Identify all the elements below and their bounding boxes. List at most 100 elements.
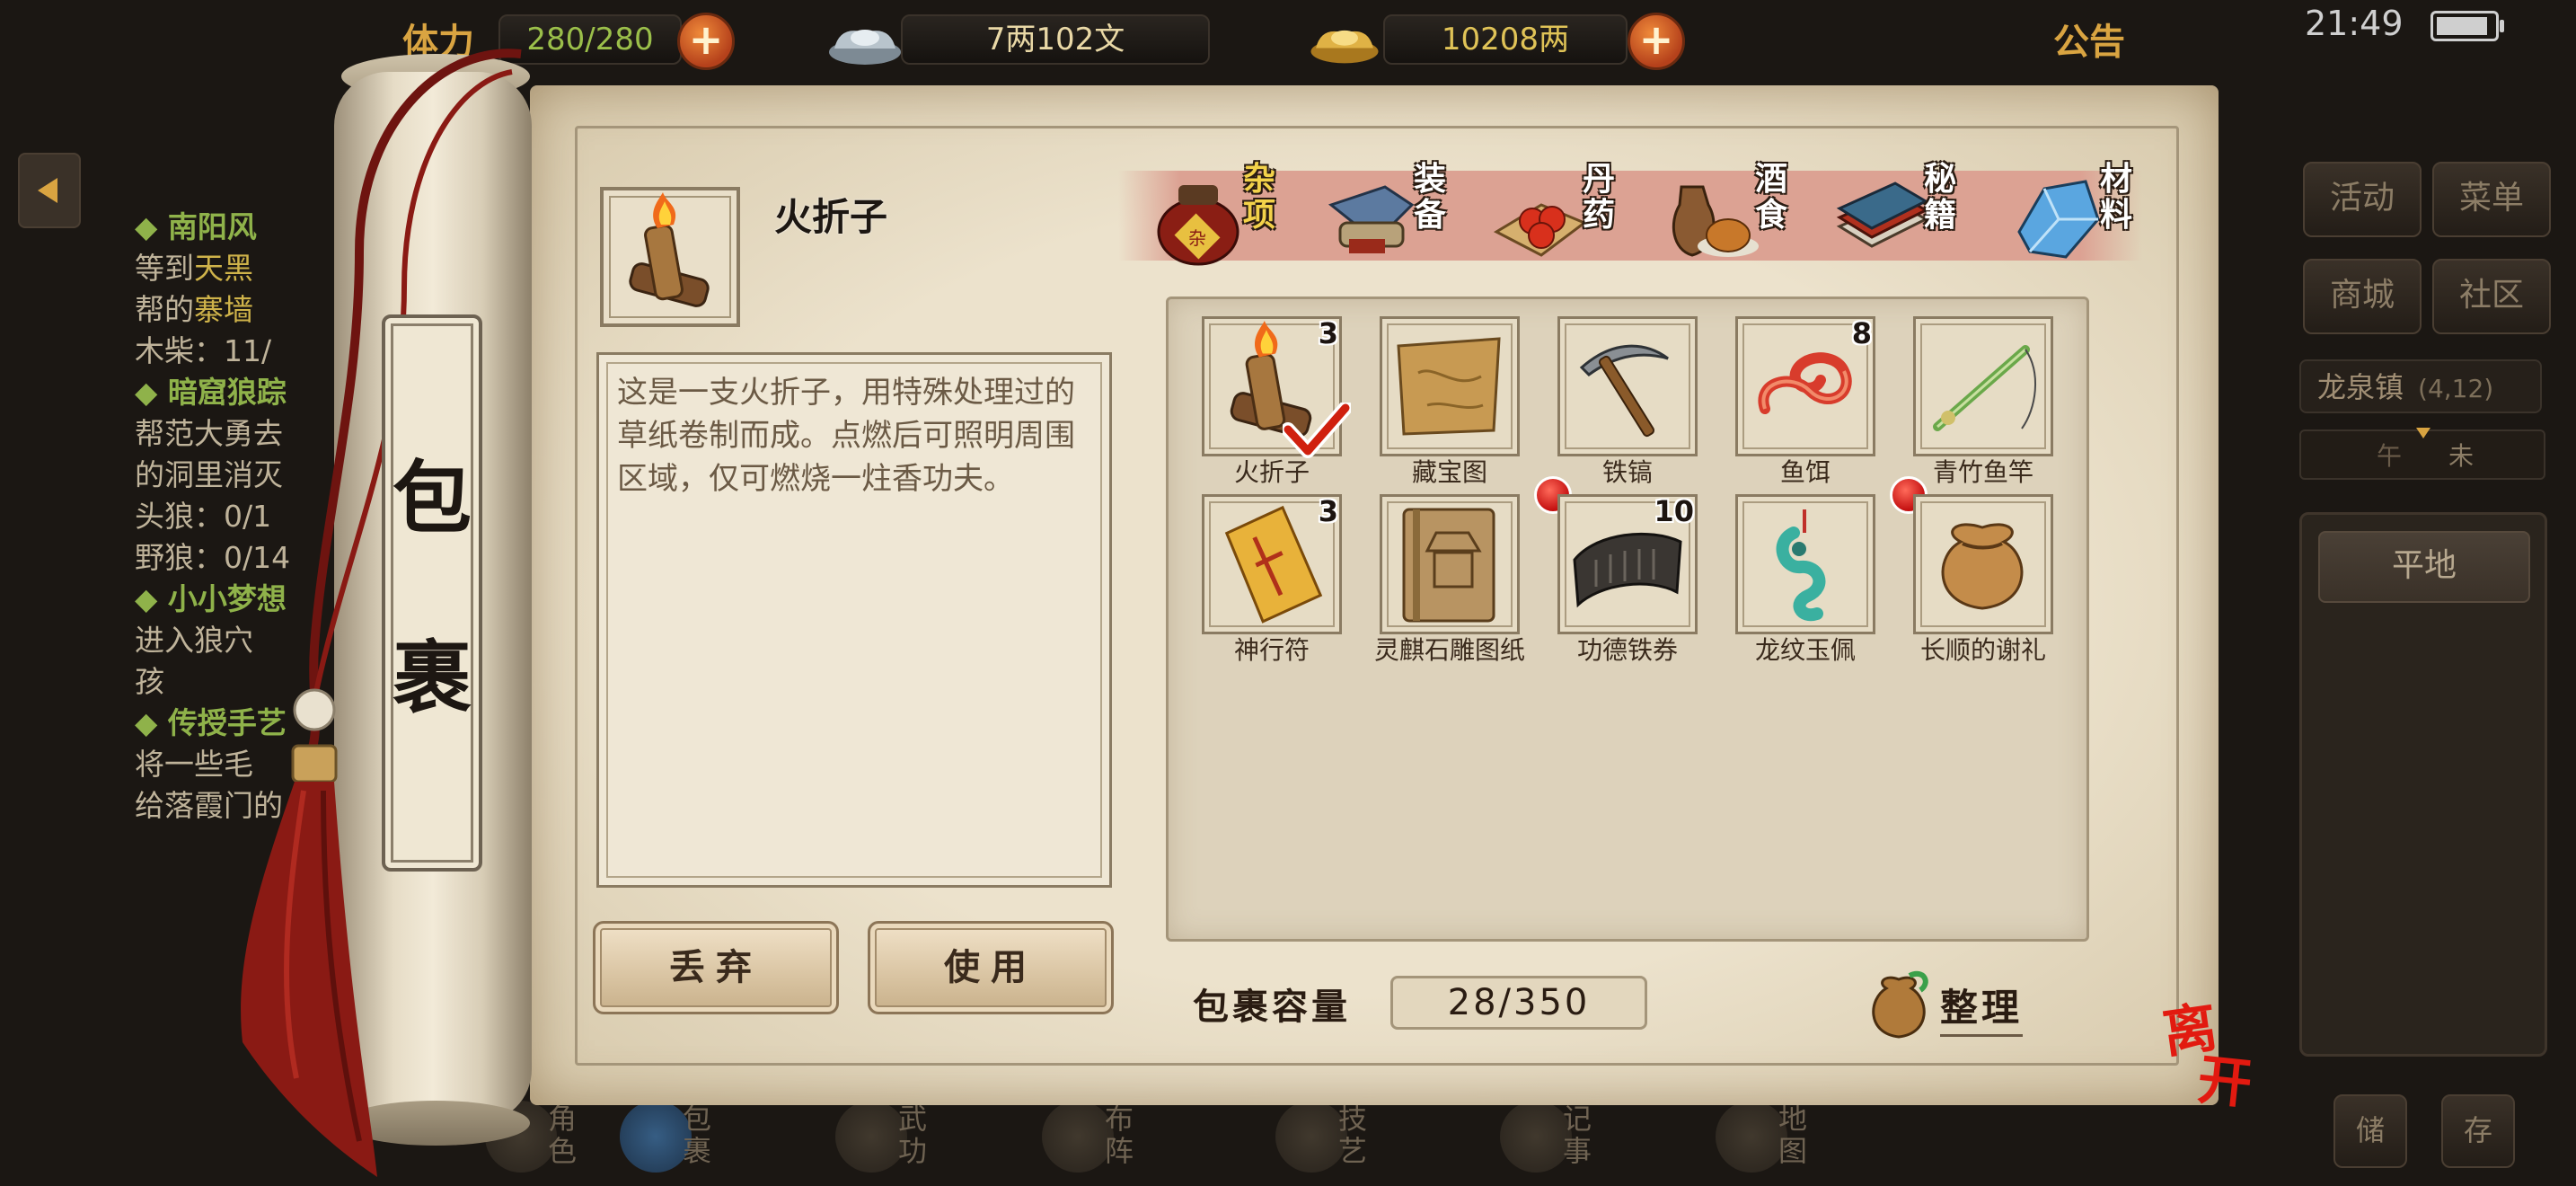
bottom-navigation: 角色 包裹 武功 布阵 技艺 记事 地图 xyxy=(485,1092,2048,1186)
diamond-icon: ◆ xyxy=(135,209,168,244)
bag-title-char: 包 xyxy=(392,451,472,544)
gold-value: 10208两 xyxy=(1383,14,1628,65)
selected-item-name: 火折子 xyxy=(774,195,888,239)
item-description-box: 这是一支火折子，用特殊处理过的草纸卷制而成。点燃后可照明周围区域，仅可燃烧一炷香… xyxy=(596,352,1112,888)
torch-icon xyxy=(629,192,710,307)
item-description: 这是一支火折子，用特殊处理过的草纸卷制而成。点燃后可照明周围区域，仅可燃烧一炷香… xyxy=(617,375,1075,497)
collapse-arrow-button[interactable] xyxy=(18,153,81,228)
book-icon xyxy=(1836,181,1929,248)
bag-title-char: 裹 xyxy=(392,631,472,724)
equipment-icon xyxy=(1328,185,1415,253)
map-icon xyxy=(1716,1101,1787,1173)
inventory-slot[interactable]: 龙纹玉佩 xyxy=(1735,494,1875,670)
town-coordinates: (4,12) xyxy=(2418,374,2494,403)
add-stamina-button[interactable]: + xyxy=(677,13,735,70)
sort-button[interactable]: 整理 xyxy=(1861,967,2041,1039)
bag-title-strip: 包 裹 xyxy=(382,314,482,872)
tab-misc[interactable]: 杂 杂项 xyxy=(1151,160,1322,277)
item-count: 3 xyxy=(1318,316,1338,350)
town-name: 龙泉镇 xyxy=(2317,370,2404,404)
nav-label: 地图 xyxy=(1778,1102,1808,1168)
close-button[interactable]: 离 开 xyxy=(2156,993,2263,1116)
activity-button[interactable]: 活动 xyxy=(2303,162,2422,237)
blueprint-book-icon xyxy=(1402,508,1495,623)
item-name: 火折子 xyxy=(1233,457,1310,487)
map-side-panel: 平地 xyxy=(2299,512,2547,1057)
inventory-slot[interactable]: 长顺的谢礼 xyxy=(1890,476,2053,670)
pickaxe-icon xyxy=(1579,344,1669,438)
quest-text: 帮的 xyxy=(135,292,194,327)
tab-label: 丹药 xyxy=(1582,161,1615,234)
inventory-slot[interactable]: 10 功德铁券 xyxy=(1534,476,1698,670)
inventory-slot[interactable]: 铁镐 xyxy=(1557,316,1698,492)
diamond-icon: ◆ xyxy=(135,581,168,616)
capacity-label: 包裹容量 xyxy=(1193,987,1351,1028)
tab-food[interactable]: 酒食 xyxy=(1663,160,1834,277)
item-name: 鱼饵 xyxy=(1779,457,1831,487)
nav-label: 技艺 xyxy=(1338,1102,1368,1168)
quest-text: 等到 xyxy=(135,251,194,286)
inventory-slot[interactable]: 灵麒石雕图纸 xyxy=(1374,494,1525,670)
inventory-slot[interactable]: 8 鱼饵 xyxy=(1735,316,1875,492)
fishing-rod-icon xyxy=(1933,345,2036,431)
journal-icon xyxy=(1500,1101,1572,1173)
inventory-slot[interactable]: 3 火折子 xyxy=(1202,316,1351,492)
money-bag-icon xyxy=(1872,971,1928,1039)
compass-pointer-icon xyxy=(2416,428,2430,438)
tab-materials[interactable]: 材料 xyxy=(2008,160,2179,277)
inventory-slot[interactable]: 青竹鱼竿 xyxy=(1913,316,2053,492)
item-name: 藏宝图 xyxy=(1411,457,1487,487)
menu-button[interactable]: 菜单 xyxy=(2432,162,2551,237)
inventory-slot[interactable]: 3 神行符 xyxy=(1202,494,1342,670)
compass-mark: 未 xyxy=(2448,441,2475,471)
silver-ingot-icon xyxy=(829,30,901,65)
gift-bag-icon xyxy=(1941,523,2024,610)
tab-secret-books[interactable]: 秘籍 xyxy=(1832,160,2003,277)
storage-button-2[interactable]: 存 xyxy=(2441,1094,2515,1168)
community-button[interactable]: 社区 xyxy=(2432,259,2551,334)
storage-button-1[interactable]: 储 xyxy=(2333,1094,2407,1168)
tab-pills[interactable]: 丹药 xyxy=(1491,160,1662,277)
inventory-slot[interactable]: 藏宝图 xyxy=(1380,316,1520,492)
leave-calligraphy-icon: 离 开 xyxy=(2159,996,2255,1116)
slot-frame xyxy=(1380,316,1520,456)
location-box: 龙泉镇 (4,12) xyxy=(2299,359,2542,413)
diamond-icon: ◆ xyxy=(135,375,168,410)
item-count: 8 xyxy=(1851,316,1872,350)
item-name: 功德铁券 xyxy=(1576,635,1678,665)
item-count: 3 xyxy=(1318,494,1338,528)
tab-equipment[interactable]: 装备 xyxy=(1322,160,1493,277)
item-name: 神行符 xyxy=(1233,635,1310,665)
tab-label: 秘籍 xyxy=(1923,161,1956,234)
crystal-icon xyxy=(2017,180,2100,259)
slot-frame xyxy=(1380,494,1520,634)
notice-button[interactable]: 公告 xyxy=(2053,13,2125,65)
nav-label: 包裹 xyxy=(683,1102,712,1168)
slot-frame xyxy=(1913,494,2053,634)
shop-button[interactable]: 商城 xyxy=(2303,259,2422,334)
use-button[interactable]: 使用 xyxy=(868,921,1114,1014)
nav-label: 布阵 xyxy=(1105,1102,1134,1168)
item-count: 10 xyxy=(1654,494,1694,528)
battery-icon xyxy=(2430,11,2504,41)
clock: 21:49 xyxy=(2305,4,2404,43)
slot-frame xyxy=(1557,316,1698,456)
discard-button[interactable]: 丢弃 xyxy=(593,921,839,1014)
tab-label: 材料 xyxy=(2099,161,2132,234)
slot-frame xyxy=(1913,316,2053,456)
gold-ingot-icon xyxy=(1310,30,1379,64)
wine-jar-icon: 杂 xyxy=(1157,185,1239,266)
time-compass: 午 未 xyxy=(2299,428,2545,480)
bag-icon xyxy=(620,1101,692,1173)
jade-pendant-icon xyxy=(1776,509,1826,622)
tab-label: 酒食 xyxy=(1754,161,1787,234)
sort-label: 整理 xyxy=(1940,978,2024,1037)
tab-label: 杂项 xyxy=(1242,161,1275,234)
martial-arts-icon xyxy=(835,1101,907,1173)
compass-mark: 午 xyxy=(2377,441,2403,471)
skills-icon xyxy=(1275,1101,1347,1173)
nav-label: 武功 xyxy=(898,1102,928,1168)
terrain-button[interactable]: 平地 xyxy=(2318,531,2530,603)
add-gold-button[interactable]: + xyxy=(1628,13,1685,70)
nav-label: 记事 xyxy=(1563,1102,1592,1168)
